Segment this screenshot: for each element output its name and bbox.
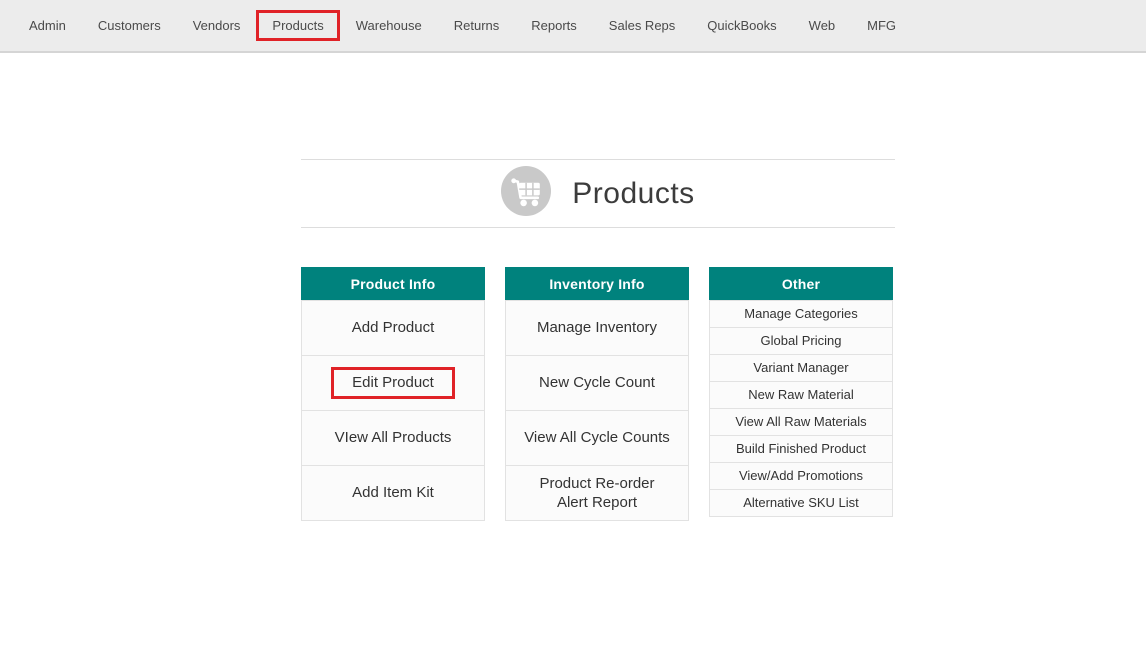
menu-item-product-reorder-alert-report[interactable]: Product Re-order Alert Report (505, 465, 689, 521)
nav-item-vendors[interactable]: Vendors (177, 10, 257, 41)
nav-item-customers[interactable]: Customers (82, 10, 177, 41)
nav-item-sales-reps[interactable]: Sales Reps (593, 10, 691, 41)
column-other: Other Manage Categories Global Pricing V… (709, 267, 893, 517)
menu-columns: Product Info Add Product Edit Product VI… (301, 267, 895, 521)
menu-item-edit-product[interactable]: Edit Product (301, 355, 485, 411)
main-content: Products Product Info Add Product Edit P… (301, 159, 895, 521)
menu-item-variant-manager[interactable]: Variant Manager (709, 354, 893, 382)
column-product-info: Product Info Add Product Edit Product VI… (301, 267, 485, 521)
menu-item-global-pricing[interactable]: Global Pricing (709, 327, 893, 355)
menu-item-add-product[interactable]: Add Product (301, 300, 485, 356)
nav-item-web[interactable]: Web (793, 10, 852, 41)
menu-item-new-cycle-count[interactable]: New Cycle Count (505, 355, 689, 411)
column-header-other: Other (709, 267, 893, 301)
shopping-cart-icon (501, 166, 551, 221)
nav-item-returns[interactable]: Returns (438, 10, 516, 41)
page-title-bar: Products (301, 159, 895, 228)
menu-item-view-all-raw-materials[interactable]: View All Raw Materials (709, 408, 893, 436)
nav-item-quickbooks[interactable]: QuickBooks (691, 10, 792, 41)
menu-item-view-all-cycle-counts[interactable]: View All Cycle Counts (505, 410, 689, 466)
menu-item-new-raw-material[interactable]: New Raw Material (709, 381, 893, 409)
menu-item-build-finished-product[interactable]: Build Finished Product (709, 435, 893, 463)
menu-item-manage-inventory[interactable]: Manage Inventory (505, 300, 689, 356)
nav-item-admin[interactable]: Admin (13, 10, 82, 41)
menu-item-add-item-kit[interactable]: Add Item Kit (301, 465, 485, 521)
page-title: Products (572, 177, 694, 211)
menu-item-manage-categories[interactable]: Manage Categories (709, 300, 893, 328)
column-header-inventory-info: Inventory Info (505, 267, 689, 301)
nav-item-reports[interactable]: Reports (515, 10, 593, 41)
nav-item-mfg[interactable]: MFG (851, 10, 912, 41)
menu-item-edit-product-label: Edit Product (352, 373, 434, 393)
menu-item-alternative-sku-list[interactable]: Alternative SKU List (709, 489, 893, 517)
menu-item-view-all-products[interactable]: VIew All Products (301, 410, 485, 466)
nav-item-warehouse[interactable]: Warehouse (340, 10, 438, 41)
menu-item-view-add-promotions[interactable]: View/Add Promotions (709, 462, 893, 490)
top-navbar: Admin Customers Vendors Products Warehou… (0, 0, 1146, 53)
nav-item-products[interactable]: Products (256, 10, 339, 41)
column-inventory-info: Inventory Info Manage Inventory New Cycl… (505, 267, 689, 521)
column-header-product-info: Product Info (301, 267, 485, 301)
